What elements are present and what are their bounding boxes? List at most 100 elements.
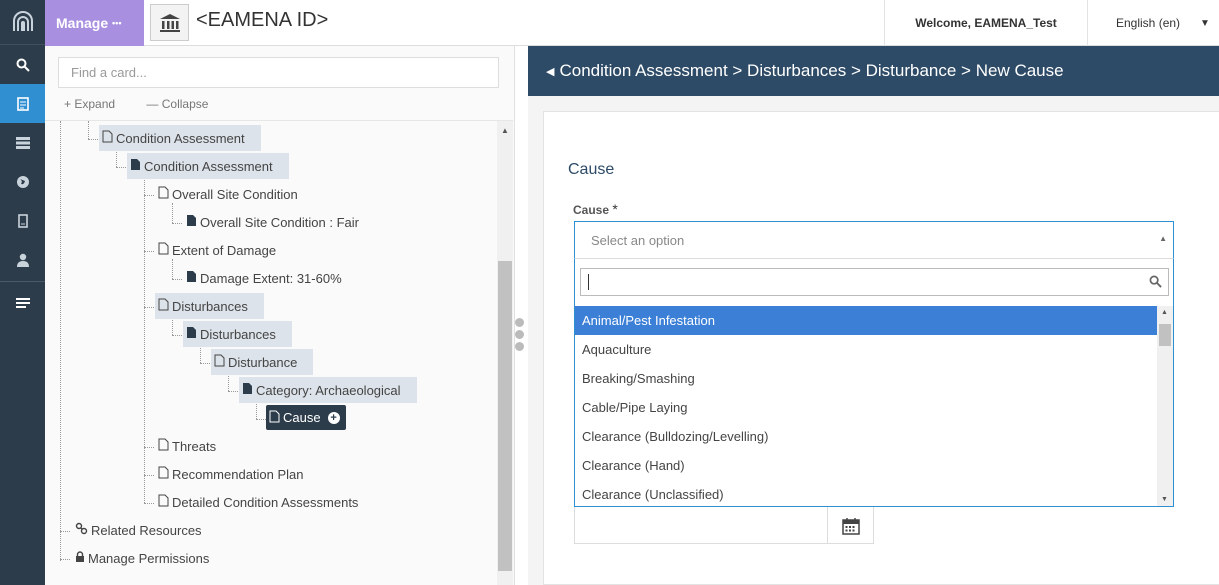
cause-select[interactable]: Select an option ▲ <box>574 221 1174 258</box>
file-outline-icon <box>269 410 280 426</box>
field-label-text: Cause <box>573 203 610 217</box>
tree-node-extent-of-damage[interactable]: Extent of Damage <box>155 237 292 263</box>
card-tree: Condition Assessment Condition Assessmen… <box>45 121 497 585</box>
list-icon[interactable] <box>0 123 45 162</box>
language-selector[interactable]: English (en) ▼ <box>1088 0 1219 46</box>
collapse-label: Collapse <box>161 97 209 111</box>
tree-node-label: Overall Site Condition : Fair <box>200 214 359 230</box>
record-title: <EAMENA ID> <box>196 9 329 31</box>
caret-down-icon: ▼ <box>1200 17 1210 29</box>
dropdown-search-input[interactable] <box>580 268 1169 296</box>
tree-node-overall-site-condition-fair[interactable]: Overall Site Condition : Fair <box>183 209 375 235</box>
find-card-input[interactable] <box>58 57 499 88</box>
add-plus-icon[interactable]: + <box>327 411 340 424</box>
search-icon[interactable] <box>0 45 45 84</box>
tree-node-label: Manage Permissions <box>88 550 210 566</box>
welcome-user[interactable]: Welcome, EAMENA_Test <box>884 0 1088 46</box>
dropdown-scrollbar[interactable]: ▲ ▼ <box>1157 306 1173 506</box>
museum-icon <box>159 13 180 32</box>
file-outline-icon <box>158 298 169 314</box>
scroll-up-arrow-icon[interactable]: ▲ <box>501 126 509 135</box>
select-placeholder: Select an option <box>591 233 685 248</box>
scrollbar-thumb[interactable] <box>498 261 512 571</box>
tree-node-label: Damage Extent: 31-60% <box>200 270 342 286</box>
tree-node-detailed-condition-assessments[interactable]: Detailed Condition Assessments <box>155 489 374 515</box>
tree-node-label: Threats <box>172 438 217 454</box>
archway-logo-icon[interactable] <box>0 0 45 45</box>
option-item[interactable]: Clearance (Unclassified) <box>575 480 1157 506</box>
card-tree-panel: + Expand — Collapse Condition As <box>45 46 515 585</box>
file-filled-icon <box>186 326 197 342</box>
scrollbar-thumb[interactable] <box>1159 324 1171 346</box>
mobile-icon[interactable] <box>0 201 45 240</box>
search-icon <box>1149 275 1162 291</box>
tree-node-overall-site-condition[interactable]: Overall Site Condition <box>155 181 314 207</box>
icon-rail <box>0 0 45 585</box>
option-item[interactable]: Clearance (Hand) <box>575 451 1157 480</box>
manage-button[interactable]: Manage ••• <box>45 0 144 46</box>
manage-dots: ••• <box>112 18 122 28</box>
option-item[interactable]: Clearance (Bulldozing/Levelling) <box>575 422 1157 451</box>
tree-node-damage-extent[interactable]: Damage Extent: 31-60% <box>183 265 358 291</box>
tree-node-related-resources[interactable]: Related Resources <box>72 517 218 543</box>
tree-node-label: Cause <box>283 410 321 425</box>
menu-lines-icon[interactable] <box>0 284 45 323</box>
tree-node-label: Detailed Condition Assessments <box>172 494 359 510</box>
top-bar: Manage ••• <EAMENA ID> Welcome, EAMENA_T… <box>45 0 1219 46</box>
scroll-down-arrow-icon[interactable]: ▼ <box>1161 496 1168 503</box>
globe-icon[interactable] <box>0 162 45 201</box>
tree-node-cause-selected[interactable]: Cause + <box>266 405 346 430</box>
tree-node-threats[interactable]: Threats <box>155 433 232 459</box>
breadcrumb-header: ◀ Condition Assessment > Disturbances > … <box>528 46 1219 96</box>
date-input[interactable] <box>574 507 874 544</box>
scroll-up-arrow-icon[interactable]: ▲ <box>1161 309 1168 316</box>
tree-node-label: Recommendation Plan <box>172 466 304 482</box>
tree-node-recommendation-plan[interactable]: Recommendation Plan <box>155 461 320 487</box>
expand-label: Expand <box>74 97 116 111</box>
tree-node-manage-permissions[interactable]: Manage Permissions <box>72 545 225 571</box>
file-outline-icon <box>158 466 169 482</box>
link-icon <box>75 522 88 538</box>
cause-field-label: Cause * <box>573 201 618 217</box>
language-label: English (en) <box>1116 16 1181 30</box>
caret-up-icon: ▲ <box>1159 234 1167 243</box>
calendar-icon[interactable] <box>827 507 873 544</box>
tree-node-label: Extent of Damage <box>172 242 277 258</box>
tree-node-category-archaeological[interactable]: Category: Archaeological <box>239 377 417 403</box>
tree-node-disturbances-child[interactable]: Disturbances <box>183 321 292 347</box>
collapse-button[interactable]: — Collapse <box>146 97 222 111</box>
expand-collapse-controls: + Expand — Collapse <box>64 97 236 111</box>
tree-node-disturbance[interactable]: Disturbance <box>211 349 314 375</box>
tree-node-condition-assessment-child[interactable]: Condition Assessment <box>127 153 289 179</box>
option-item[interactable]: Animal/Pest Infestation <box>575 306 1157 335</box>
tree-scrollbar[interactable]: ▲ <box>497 121 513 585</box>
file-outline-icon <box>158 494 169 510</box>
tree-node-label: Condition Assessment <box>144 158 273 174</box>
back-caret-icon[interactable]: ◀ <box>546 65 554 78</box>
manage-label: Manage <box>56 15 109 31</box>
tree-node-condition-assessment[interactable]: Condition Assessment <box>99 125 261 151</box>
text-cursor <box>588 274 589 290</box>
tree-node-label: Disturbances <box>172 298 248 314</box>
required-mark: * <box>612 201 618 217</box>
option-item[interactable]: Cable/Pipe Laying <box>575 393 1157 422</box>
resource-type-button[interactable] <box>150 4 189 41</box>
file-outline-icon <box>102 130 113 146</box>
tree-node-label: Overall Site Condition <box>172 186 298 202</box>
resource-editor-icon[interactable] <box>0 84 45 123</box>
expand-button[interactable]: + Expand <box>64 97 129 111</box>
tree-node-label: Disturbances <box>200 326 276 342</box>
user-icon[interactable] <box>0 240 45 279</box>
file-filled-icon <box>186 214 197 230</box>
tree-node-disturbances[interactable]: Disturbances <box>155 293 264 319</box>
file-outline-icon <box>158 242 169 258</box>
tree-node-label: Related Resources <box>91 522 202 538</box>
option-item[interactable]: Aquaculture <box>575 335 1157 364</box>
option-item[interactable]: Breaking/Smashing <box>575 364 1157 393</box>
panel-resize-handle[interactable] <box>515 318 525 352</box>
file-filled-icon <box>242 382 253 398</box>
file-outline-icon <box>158 186 169 202</box>
file-outline-icon <box>158 438 169 454</box>
card-title: Cause <box>568 161 615 178</box>
file-filled-icon <box>186 270 197 286</box>
